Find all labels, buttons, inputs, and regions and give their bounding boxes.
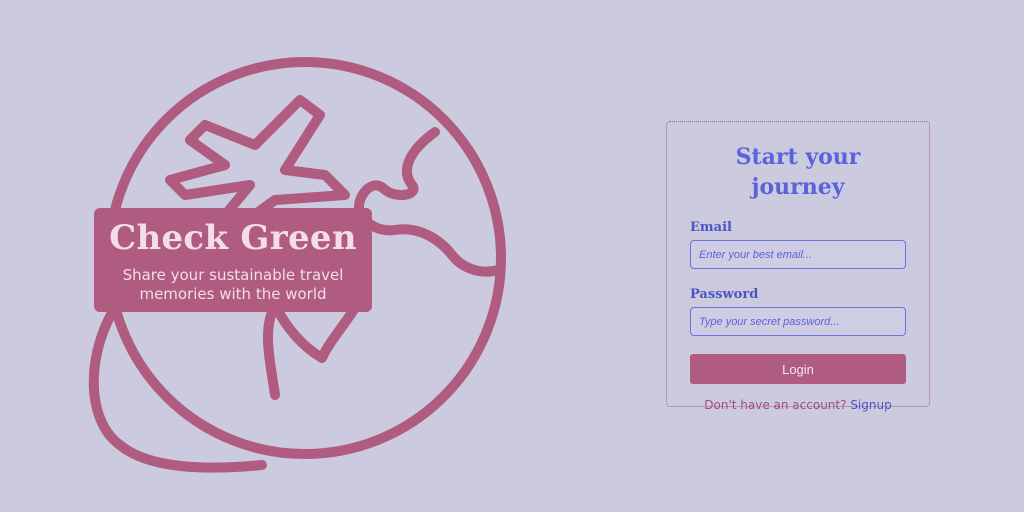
airplane-outline xyxy=(165,95,350,230)
email-label: Email xyxy=(690,220,732,235)
login-form: Start your journey Email Password Login … xyxy=(666,121,930,412)
hero-section: Check Green Share your sustainable trave… xyxy=(0,0,620,512)
tagline-line-2: memories with the world xyxy=(139,285,327,303)
continent-path-upper xyxy=(354,127,503,277)
signup-row: Don't have an account? Signup xyxy=(690,398,906,412)
email-field[interactable] xyxy=(690,240,906,269)
signup-prompt: Don't have an account? xyxy=(704,398,847,412)
brand-banner: Check Green Share your sustainable trave… xyxy=(94,208,372,312)
login-title: Start your journey xyxy=(735,144,861,200)
tagline-line-1: Share your sustainable travel xyxy=(122,266,344,284)
password-field[interactable] xyxy=(690,307,906,336)
brand-title: Check Green xyxy=(109,218,357,258)
signup-link[interactable]: Signup xyxy=(850,398,891,412)
login-button[interactable]: Login xyxy=(690,354,906,384)
password-label: Password xyxy=(690,287,759,302)
brand-tagline: Share your sustainable travel memories w… xyxy=(94,266,372,304)
continent-path-lower-tail xyxy=(262,300,280,400)
